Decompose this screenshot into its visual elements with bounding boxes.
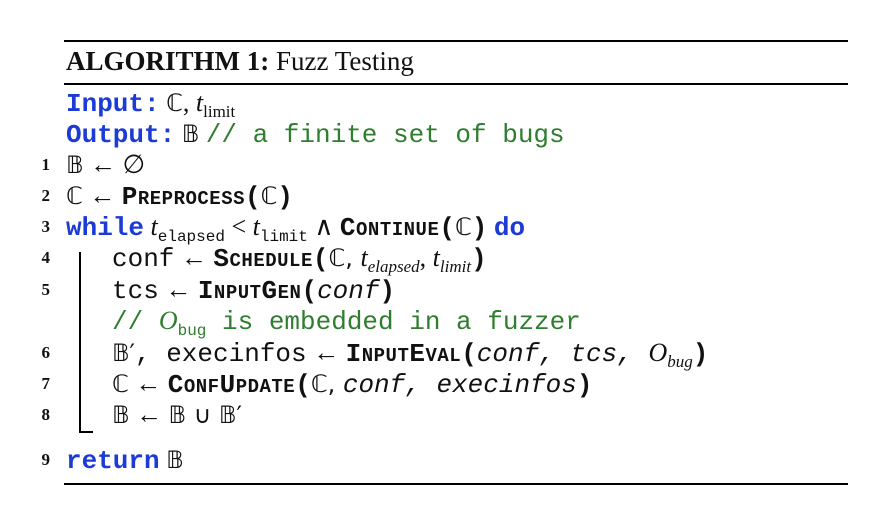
line-number: 6 — [41, 343, 51, 362]
args: conf, tcs, — [476, 339, 649, 369]
algorithm-title: ALGORITHM 1: Fuzz Testing — [66, 46, 414, 76]
line-3: while telapsed < tlimit ∧ CONTINUE(ℂ) do — [66, 212, 526, 246]
line-9: return 𝔹 — [66, 445, 184, 476]
function-inputeval: INPUTEVAL — [345, 339, 462, 369]
do-keyword: do — [493, 213, 526, 243]
input-set-c: ℂ — [166, 89, 183, 117]
line-4: conf ← SCHEDULE(ℂ, telapsed, tlimit) — [112, 243, 487, 276]
function-preprocess: PREPROCESS — [121, 182, 245, 212]
set-b: 𝔹 — [66, 151, 84, 179]
line-number: 4 — [41, 248, 51, 267]
algorithm-name: Fuzz Testing — [276, 46, 414, 76]
open-paren: ( — [439, 213, 455, 243]
t-sub: elapsed — [367, 257, 420, 276]
t-var: t — [252, 212, 260, 241]
t-sub: limit — [439, 257, 472, 276]
close-paren: ) — [277, 182, 293, 212]
set-c: ℂ, — [328, 244, 361, 272]
comma: , — [419, 243, 433, 272]
args: conf, execinfos — [342, 370, 577, 400]
input-comma: , — [182, 88, 190, 117]
line-5: tcs ← INPUTGEN(conf) — [112, 275, 396, 306]
t-var: t — [150, 212, 158, 241]
function-confupdate: CONFUPDATE — [167, 370, 296, 400]
output-set-b: 𝔹 — [181, 120, 200, 148]
comment-prefix: // — [112, 307, 159, 337]
line-number: 1 — [41, 155, 51, 174]
line-number: 2 — [41, 186, 51, 205]
line-number: 5 — [41, 280, 51, 299]
output-comment: // a finite set of bugs — [205, 120, 565, 150]
top-rule — [64, 40, 848, 42]
input-keyword: Input: — [66, 89, 160, 119]
set-c: ℂ — [454, 213, 472, 241]
assign-arrow: ← — [313, 338, 340, 367]
function-inputgen: INPUTGEN — [197, 276, 302, 306]
line-number: 8 — [41, 405, 51, 424]
set-union: 𝔹 ∪ 𝔹′ — [168, 401, 242, 429]
comment-text: is embedded in a fuzzer — [206, 307, 581, 337]
t-var: t — [432, 243, 440, 272]
open-paren: ( — [301, 276, 318, 306]
assign-arrow: ← — [89, 181, 116, 210]
line-number: 9 — [41, 450, 51, 469]
open-paren: ( — [312, 244, 329, 274]
function-continue: CONTINUE — [339, 213, 440, 243]
set-c: ℂ, — [310, 370, 343, 398]
assign-arrow: ← — [135, 369, 162, 398]
algorithm-label: ALGORITHM 1: — [66, 46, 270, 76]
assign-arrow: ← — [165, 275, 192, 304]
oracle-symbol: O — [158, 306, 178, 335]
line-6: 𝔹′, execinfos ← INPUTEVAL(conf, tcs, Obu… — [112, 338, 709, 371]
line-7: ℂ ← CONFUPDATE(ℂ, conf, execinfos) — [112, 369, 593, 400]
less-than: < — [231, 212, 247, 241]
logical-and: ∧ — [314, 212, 334, 241]
line-number: 3 — [41, 217, 51, 236]
set-b: 𝔹 — [166, 446, 184, 474]
set-c: ℂ — [112, 370, 129, 398]
loop-bracket-foot — [79, 431, 93, 433]
line-8: 𝔹 ← 𝔹 ∪ 𝔹′ — [112, 400, 242, 430]
open-paren: ( — [461, 339, 477, 369]
while-keyword: while — [66, 213, 145, 243]
var-execinfos: , execinfos — [135, 339, 307, 369]
close-paren: ) — [692, 339, 709, 369]
t-var: t — [360, 243, 368, 272]
oracle-symbol: O — [648, 338, 668, 367]
set-c: ℂ — [260, 182, 278, 210]
assign-arrow: ← — [136, 400, 163, 429]
set-c: ℂ — [66, 182, 83, 210]
line-2: ℂ ← PREPROCESS(ℂ) — [66, 181, 293, 212]
close-paren: ) — [576, 370, 593, 400]
set-b-prime: 𝔹′ — [112, 339, 135, 367]
comment-line: // Obug is embedded in a fuzzer — [112, 306, 581, 340]
close-paren: ) — [471, 213, 488, 243]
assign-arrow: ← — [90, 150, 117, 179]
line-number: 7 — [41, 374, 51, 393]
line-1: 𝔹 ← ∅ — [66, 150, 145, 180]
assign-arrow: ← — [180, 243, 207, 272]
set-b: 𝔹 — [112, 401, 130, 429]
arg-conf: conf — [317, 276, 380, 306]
return-keyword: return — [66, 446, 160, 476]
bottom-rule — [64, 483, 848, 485]
close-paren: ) — [471, 244, 487, 274]
oracle-sub: bug — [667, 352, 693, 371]
open-paren: ( — [295, 370, 311, 400]
title-rule — [64, 83, 848, 85]
empty-set: ∅ — [122, 150, 146, 179]
input-line: Input: ℂ, tlimit — [66, 88, 235, 121]
close-paren: ) — [379, 276, 396, 306]
output-line: Output: 𝔹 // a finite set of bugs — [66, 119, 565, 150]
open-paren: ( — [245, 182, 261, 212]
loop-bracket-vertical — [79, 252, 81, 432]
var-tcs: tcs — [112, 276, 159, 306]
output-keyword: Output: — [66, 120, 176, 150]
function-schedule: SCHEDULE — [213, 244, 313, 274]
var-conf: conf — [112, 244, 175, 274]
